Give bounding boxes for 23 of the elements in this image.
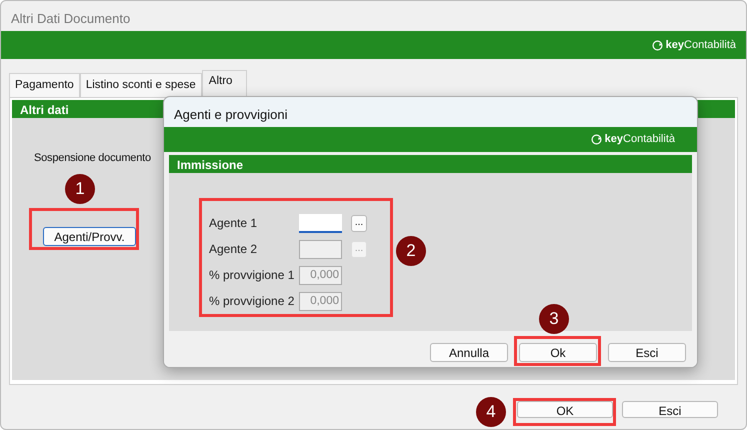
tab[interactable]: Listino sconti e spese [80, 73, 202, 98]
input-field[interactable] [299, 214, 342, 232]
window-title: Altri Dati Documento [10, 10, 132, 28]
option-label: Sospensione documento [34, 152, 151, 164]
logo-icon [652, 40, 663, 50]
field-label: % provvigione 2 [209, 293, 296, 310]
field-label: % provvigione 1 [209, 267, 296, 284]
brand-logo-text: keyContabilità [666, 38, 736, 53]
section-header: Immissione [169, 155, 692, 173]
dialog-button[interactable]: OK [517, 401, 613, 418]
field-label: Agente 2 [209, 241, 258, 258]
logo-icon [590, 134, 602, 145]
tab[interactable]: Altro [202, 70, 248, 98]
tab[interactable]: Pagamento [9, 73, 80, 98]
field-label: Agente 1 [209, 215, 258, 232]
dialog-button[interactable]: Ok [519, 343, 597, 362]
dialog-button[interactable]: Esci [622, 401, 718, 418]
step-number: 4 [476, 397, 506, 427]
dialog-button[interactable]: Annulla [430, 343, 508, 362]
brand-logo-text: keyContabilità [604, 132, 675, 148]
agents-button[interactable]: Agenti/Provv. [43, 226, 136, 246]
browse-button[interactable]: ... [351, 214, 367, 232]
dialog-button[interactable]: Esci [608, 343, 686, 362]
